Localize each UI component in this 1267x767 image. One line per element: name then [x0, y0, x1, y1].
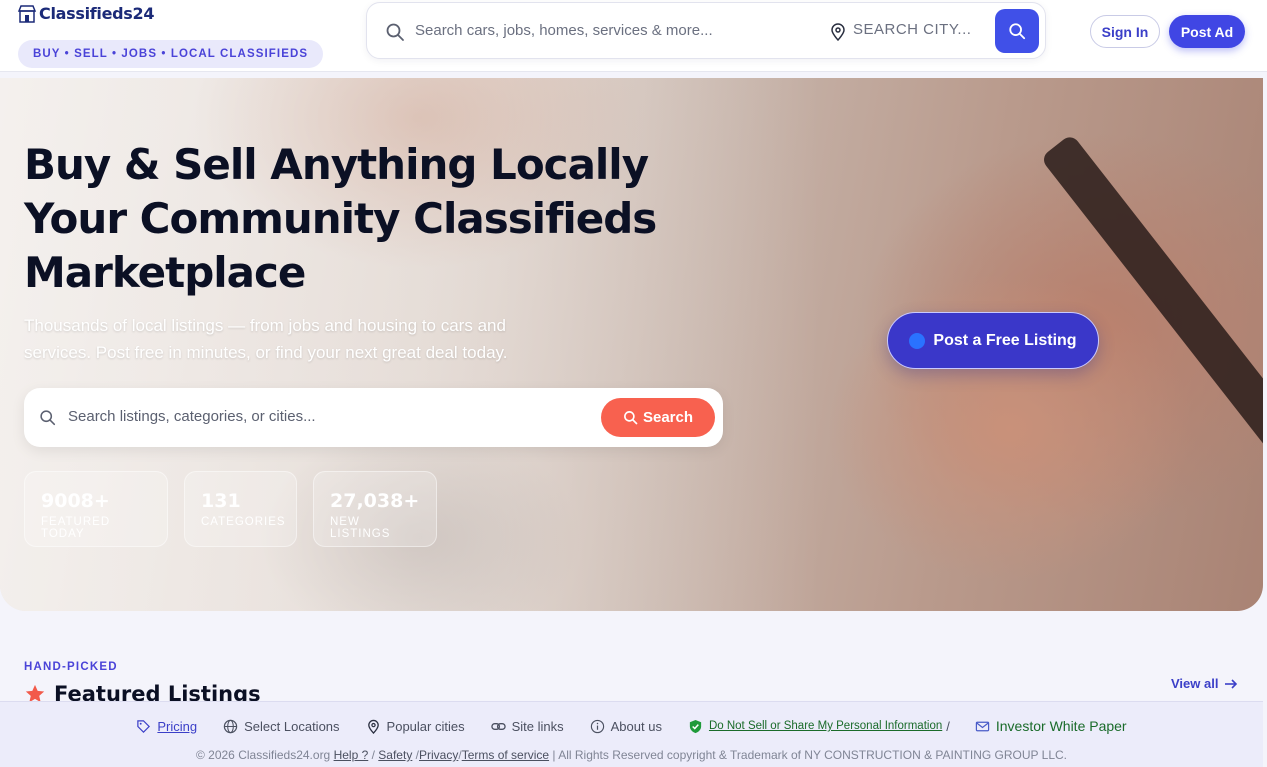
footer-separator: /: [371, 748, 375, 762]
footer-link-safety[interactable]: Safety: [378, 748, 412, 762]
sign-in-button[interactable]: Sign In: [1090, 15, 1160, 48]
brand-tagline: BUY • SELL • JOBS • LOCAL CLASSIFIEDS: [18, 40, 324, 68]
footer-link-label: Select Locations: [244, 718, 340, 734]
stat-label: FEATURED TODAY: [41, 516, 111, 540]
info-icon: [590, 719, 604, 733]
copyright-text: © 2026 Classifieds24.org: [195, 748, 331, 762]
globe-icon: [909, 332, 926, 349]
footer-link-label: Investor White Paper: [995, 718, 1127, 734]
header-search-bar: Search cars, jobs, homes, services & mor…: [366, 2, 1046, 59]
post-free-listing-button[interactable]: Post a Free Listing: [887, 312, 1099, 369]
search-icon: [1009, 23, 1026, 40]
rights-text: | All Rights Reserved copyright & Tradem…: [552, 748, 1067, 762]
footer-link-label: About us: [610, 718, 662, 734]
footer-link-investor[interactable]: Investor White Paper: [975, 718, 1127, 734]
city-search-input[interactable]: SEARCH CITY...: [853, 21, 971, 38]
tag-icon: [137, 719, 151, 733]
view-all-link[interactable]: View all: [1171, 676, 1238, 691]
footer-link-popular-cities[interactable]: Popular cities: [366, 719, 465, 734]
search-icon: [624, 411, 638, 425]
shield-check-icon: [689, 719, 702, 733]
hero-search-button[interactable]: Search: [601, 398, 715, 437]
footer-link-label: Do Not Sell or Share My Personal Informa…: [708, 720, 943, 732]
stat-label: CATEGORIES: [201, 516, 286, 528]
hero-subtitle: Thousands of local listings — from jobs …: [24, 316, 508, 362]
footer-link-about[interactable]: About us: [590, 719, 662, 734]
brand-name: Classifieds24: [39, 4, 155, 23]
footer-link-terms[interactable]: Terms of service: [462, 748, 549, 762]
view-all-label: View all: [1171, 676, 1219, 691]
storefront-icon: [17, 4, 37, 23]
footer-link-label: Popular cities: [386, 718, 465, 734]
hero-title: Buy & Sell Anything Locally Your Communi…: [24, 138, 724, 300]
logo[interactable]: Classifieds24: [17, 4, 155, 23]
hero-search-input[interactable]: Search listings, categories, or cities..…: [68, 408, 316, 425]
mail-icon: [975, 721, 990, 731]
stat-categories: 131 CATEGORIES: [184, 471, 297, 547]
footer-link-do-not-sell[interactable]: Do Not Sell or Share My Personal Informa…: [688, 719, 942, 734]
header-search-input[interactable]: Search cars, jobs, homes, services & mor…: [415, 22, 713, 39]
footer-link-pricing[interactable]: Pricing: [136, 719, 197, 734]
footer-link-privacy[interactable]: Privacy: [419, 748, 458, 762]
location-pin-icon: [367, 719, 379, 734]
search-icon: [386, 23, 404, 41]
hero-title-line: Your Community Classifieds: [24, 194, 657, 243]
post-free-listing-label: Post a Free Listing: [933, 331, 1077, 349]
footer-copyright: © 2026 Classifieds24.org Help ? / Safety…: [0, 748, 1263, 762]
featured-eyebrow: HAND-PICKED: [24, 661, 118, 673]
hero-search-bar: Search listings, categories, or cities..…: [24, 388, 723, 447]
footer-separator: /: [946, 718, 950, 734]
link-icon: [490, 722, 506, 730]
stat-label: NEW LISTINGS: [330, 516, 391, 540]
search-icon: [40, 410, 56, 426]
arrow-right-icon: [1225, 678, 1238, 689]
hero-title-line: Buy & Sell Anything Locally: [24, 140, 649, 189]
footer-link-label: Site links: [511, 718, 564, 734]
stat-value: 9008+: [41, 490, 110, 512]
globe-icon: [223, 719, 238, 733]
hero-search-button-label: Search: [642, 409, 694, 426]
hero-title-line: Marketplace: [24, 248, 306, 297]
footer-links: Pricing Select Locations Popular cities …: [0, 718, 1263, 734]
stat-value: 131: [201, 490, 241, 512]
site-header: Classifieds24 BUY • SELL • JOBS • LOCAL …: [0, 0, 1267, 72]
stat-value: 27,038+: [330, 490, 420, 512]
hero-section: Buy & Sell Anything Locally Your Communi…: [0, 78, 1263, 611]
stat-featured-today: 9008+ FEATURED TODAY: [24, 471, 168, 547]
footer-link-label: Pricing: [157, 718, 198, 734]
location-pin-icon: [831, 23, 845, 41]
footer-link-help[interactable]: Help ?: [334, 748, 369, 762]
post-ad-button[interactable]: Post Ad: [1169, 15, 1245, 48]
footer-bar: Pricing Select Locations Popular cities …: [0, 701, 1263, 767]
header-search-button[interactable]: [995, 9, 1039, 53]
footer-link-locations[interactable]: Select Locations: [223, 718, 340, 734]
stat-new-listings: 27,038+ NEW LISTINGS: [313, 471, 437, 547]
footer-link-site-links[interactable]: Site links: [490, 718, 564, 734]
